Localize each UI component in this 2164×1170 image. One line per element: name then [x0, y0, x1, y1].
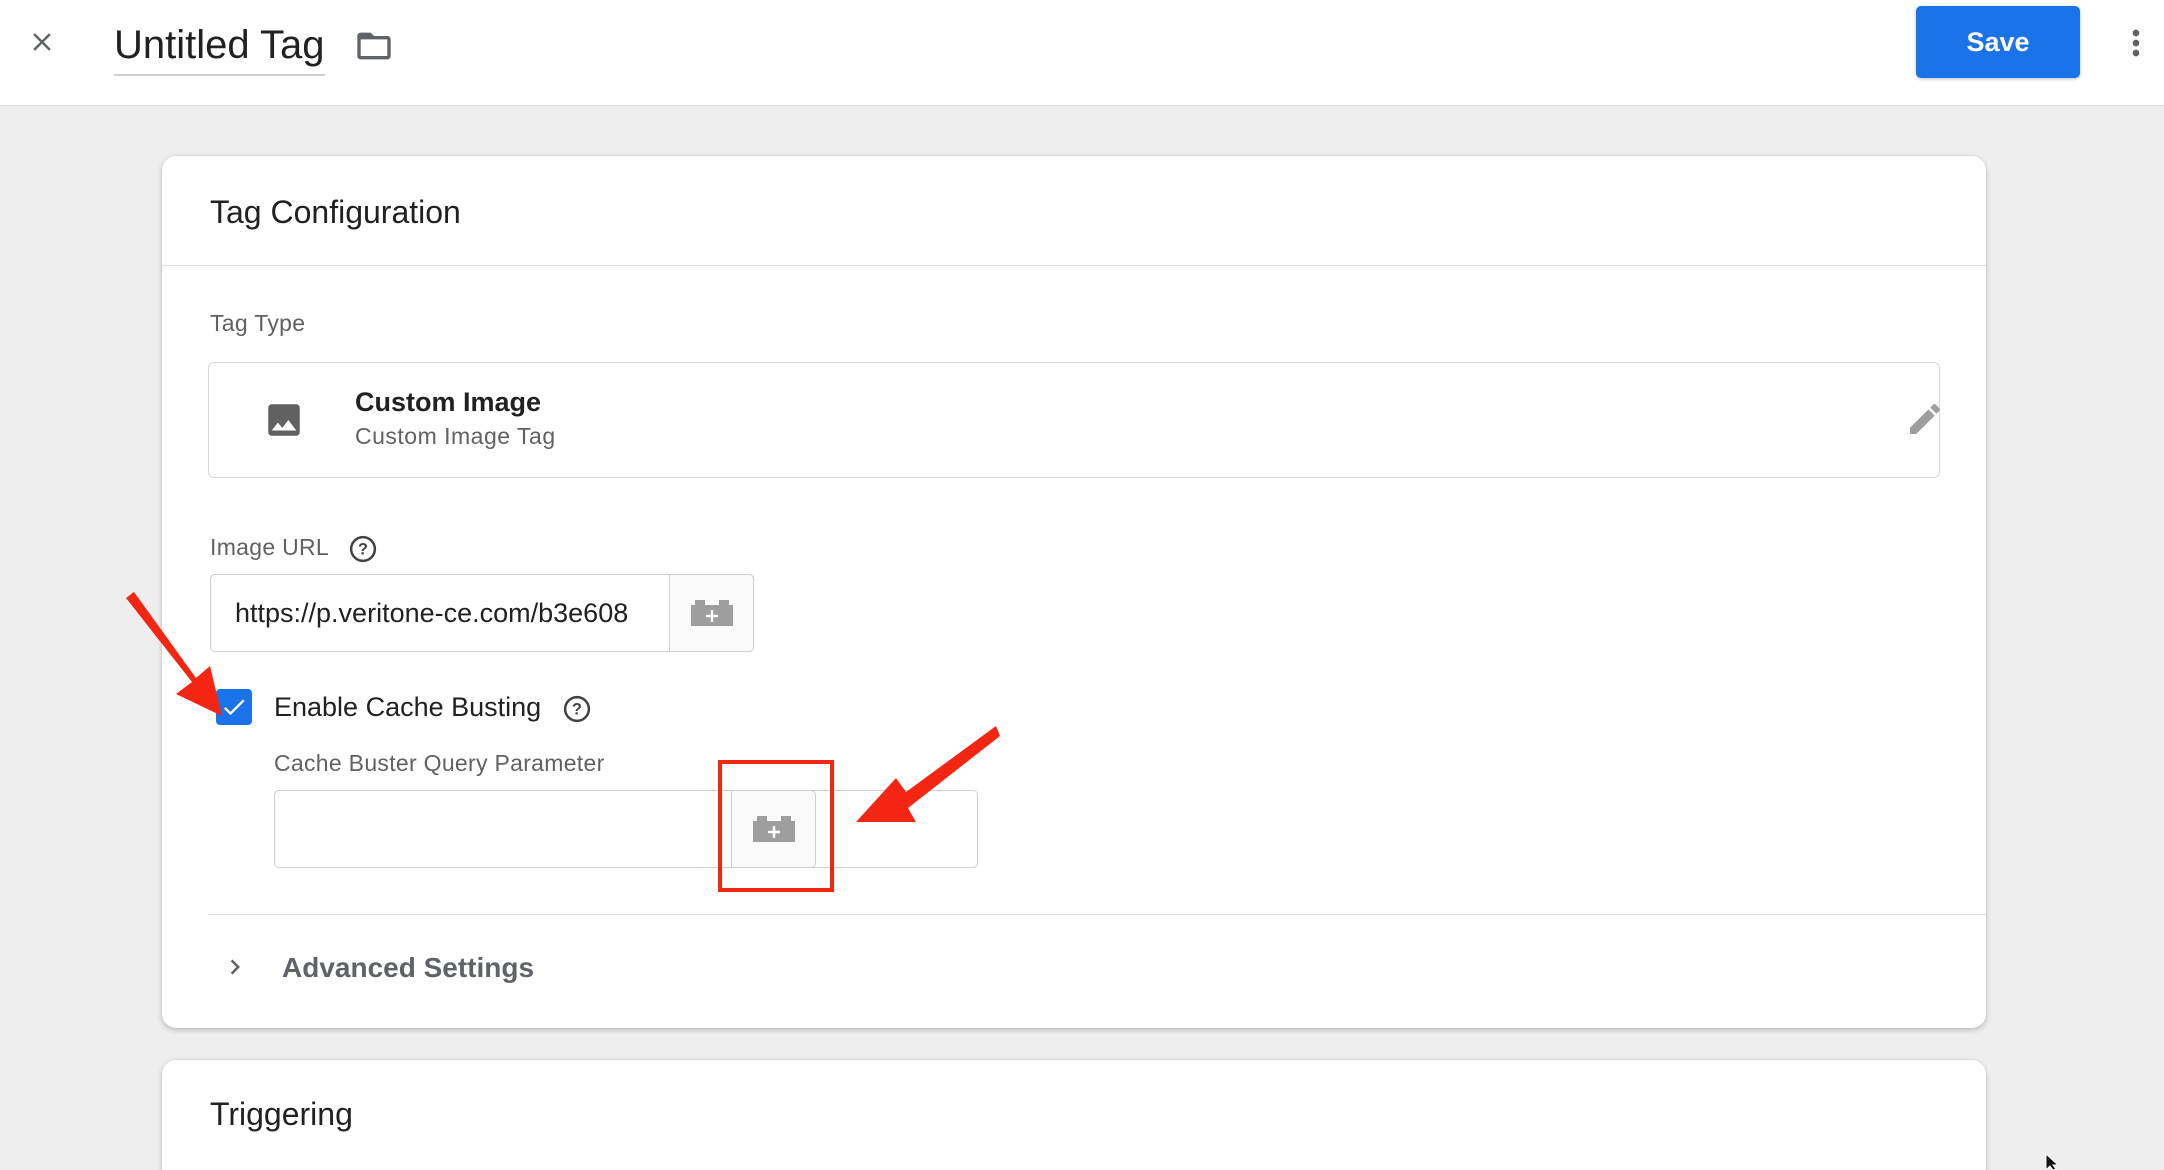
- edit-tag-type-button[interactable]: [1903, 397, 1947, 441]
- card-header: Tag Configuration: [162, 156, 1986, 266]
- tag-name-field[interactable]: Untitled Tag: [114, 20, 325, 76]
- advanced-settings-toggle[interactable]: [220, 952, 250, 982]
- checkmark-icon: [223, 699, 245, 716]
- save-button[interactable]: Save: [1916, 6, 2080, 78]
- folder-button[interactable]: [352, 26, 396, 66]
- advanced-settings-label[interactable]: Advanced Settings: [282, 950, 534, 986]
- cache-busting-label: Enable Cache Busting: [274, 692, 542, 722]
- image-url-label: Image URL: [210, 534, 330, 560]
- cache-buster-input-group: [274, 790, 978, 868]
- tag-type-description: Custom Image Tag: [355, 423, 556, 449]
- tag-configuration-card: Tag Configuration Tag Type Custom Image …: [162, 156, 1986, 1028]
- image-url-input-group: https://p.veritone-ce.com/b3e608: [210, 574, 754, 652]
- svg-text:?: ?: [572, 701, 582, 719]
- card-title: Triggering: [210, 1096, 353, 1132]
- chevron-right-icon: [230, 959, 240, 975]
- cache-buster-param-label: Cache Buster Query Parameter: [274, 750, 605, 776]
- pencil-icon: [1910, 403, 1941, 434]
- more-vert-icon: [2132, 29, 2140, 57]
- image-url-input[interactable]: https://p.veritone-ce.com/b3e608: [211, 575, 671, 651]
- top-bar: Untitled Tag Save: [0, 0, 2164, 106]
- close-icon: [33, 33, 51, 51]
- tag-type-label: Tag Type: [210, 310, 306, 336]
- variable-brick-icon: [690, 600, 733, 626]
- card-title: Tag Configuration: [210, 194, 461, 230]
- section-divider: [208, 914, 1986, 915]
- triggering-card[interactable]: Triggering: [162, 1060, 1986, 1170]
- image-url-variable-button[interactable]: [669, 574, 754, 652]
- help-icon: ?: [349, 535, 377, 563]
- help-icon: ?: [563, 695, 591, 723]
- more-options-button[interactable]: [2114, 18, 2158, 68]
- cache-busting-help-button[interactable]: ?: [562, 694, 592, 724]
- tag-type-name: Custom Image: [355, 387, 542, 417]
- tag-type-selector[interactable]: Custom Image Custom Image Tag: [208, 362, 1941, 478]
- annotation-highlight-box: [718, 760, 834, 892]
- folder-icon: [357, 32, 391, 60]
- mouse-cursor-icon: [2045, 1154, 2060, 1170]
- cache-busting-checkbox[interactable]: [216, 689, 252, 725]
- cache-buster-param-input[interactable]: [275, 791, 731, 867]
- close-button[interactable]: [20, 20, 64, 64]
- svg-text:?: ?: [358, 541, 368, 559]
- image-icon: [268, 404, 300, 436]
- image-url-help-button[interactable]: ?: [348, 534, 378, 564]
